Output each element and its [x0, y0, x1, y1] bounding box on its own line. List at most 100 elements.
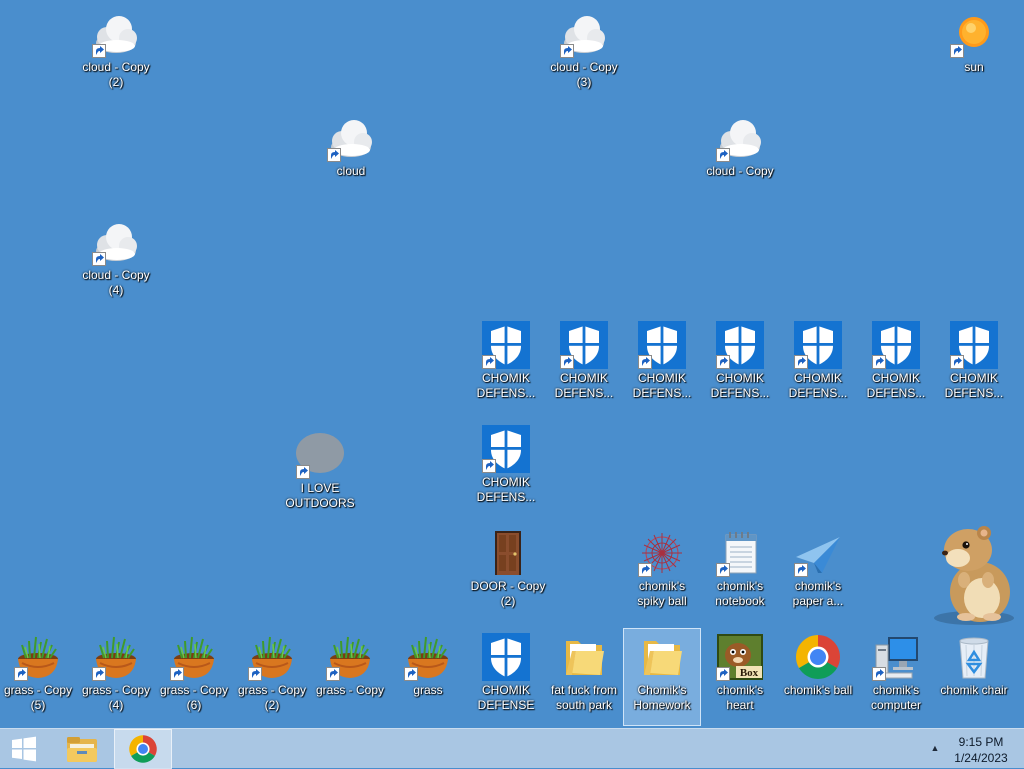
desktop-icon-chomik-defense-7[interactable]: CHOMIK DEFENS... [936, 317, 1012, 413]
desktop-icon-chomik-chair[interactable]: chomik chair [936, 629, 1012, 725]
gray-blob-icon [296, 431, 344, 479]
desktop-icon-chomiks-paper-a[interactable]: chomik's paper a... [780, 525, 856, 621]
grass-pot-icon [92, 633, 140, 681]
desktop-icon-grass-copy-4[interactable]: grass - Copy (4) [78, 629, 154, 725]
shield-icon [872, 321, 920, 369]
chrome-icon [794, 633, 842, 681]
svg-text:Box: Box [740, 667, 759, 679]
shortcut-arrow-icon [638, 563, 652, 577]
shortcut-arrow-icon [482, 355, 496, 369]
shortcut-arrow-icon [404, 667, 418, 681]
shortcut-arrow-icon [794, 355, 808, 369]
windows-logo-icon [12, 736, 36, 762]
desktop-icon-chomik-defense-8[interactable]: CHOMIK DEFENS... [468, 421, 544, 517]
cloud-icon [92, 10, 140, 58]
computer-icon [872, 633, 920, 681]
desktop-icon-label: CHOMIK DEFENSE [477, 683, 535, 712]
desktop-icon-cloud-copy[interactable]: cloud - Copy [702, 110, 778, 206]
hamster-icon [928, 518, 1020, 626]
desktop-icon-label: CHOMIK DEFENS... [632, 371, 692, 400]
shield-icon [794, 321, 842, 369]
shortcut-arrow-icon [950, 355, 964, 369]
shortcut-arrow-icon [872, 355, 886, 369]
clock[interactable]: 9:15 PM 1/24/2023 [946, 734, 1016, 766]
door-icon [484, 529, 532, 577]
show-hidden-icons-button[interactable]: ▲ [928, 743, 942, 755]
shortcut-arrow-icon [716, 563, 730, 577]
desktop-icon-label: chomik's ball [783, 683, 853, 697]
shortcut-arrow-icon [248, 667, 262, 681]
desktop-icon-label: chomik's heart [716, 683, 764, 712]
taskbar-chrome-button[interactable] [114, 729, 172, 769]
desktop-icon-cloud-copy-2[interactable]: cloud - Copy (2) [78, 6, 154, 102]
grass-pot-icon [404, 633, 452, 681]
desktop-icon-grass-copy[interactable]: grass - Copy [312, 629, 388, 725]
start-button[interactable] [0, 729, 48, 769]
desktop-icon-chomik-defense-3[interactable]: CHOMIK DEFENS... [624, 317, 700, 413]
recycle-bin-icon [950, 633, 998, 681]
desktop-icon-grass[interactable]: grass [390, 629, 466, 725]
desktop-icon-label: chomik's paper a... [792, 579, 844, 608]
shortcut-arrow-icon [950, 44, 964, 58]
desktop-icon-label: grass [413, 683, 443, 697]
desktop-icon-cloud[interactable]: cloud [313, 110, 389, 206]
desktop-icon-label: CHOMIK DEFENS... [788, 371, 848, 400]
box-game-icon: Box [716, 633, 764, 681]
desktop-icon-grass-copy-5[interactable]: grass - Copy (5) [0, 629, 76, 725]
desktop-icon-chomiks-homework[interactable]: Chomik's Homework [623, 628, 701, 726]
shortcut-arrow-icon [327, 148, 341, 162]
shortcut-arrow-icon [872, 667, 886, 681]
desktop-icon-chomiks-ball[interactable]: chomik's ball [780, 629, 856, 725]
desktop-icon-label: cloud - Copy (3) [550, 60, 618, 89]
grass-pot-icon [326, 633, 374, 681]
desktop-icon-chomiks-notebook[interactable]: chomik's notebook [702, 525, 778, 621]
folder-icon [638, 633, 686, 681]
desktop-icon-label: CHOMIK DEFENS... [866, 371, 926, 400]
notebook-icon [716, 529, 764, 577]
desktop-icon-label: cloud - Copy (4) [82, 268, 150, 297]
desktop-icon-label: CHOMIK DEFENS... [944, 371, 1004, 400]
desktop-icon-label: CHOMIK DEFENS... [476, 371, 536, 400]
desktop-icon-label: grass - Copy [315, 683, 385, 697]
desktop-icon-label: cloud - Copy (2) [82, 60, 150, 89]
desktop-icon-door-copy-2[interactable]: DOOR - Copy (2) [470, 525, 546, 621]
folder-explorer-icon [67, 737, 97, 762]
desktop-icon-cloud-copy-3[interactable]: cloud - Copy (3) [546, 6, 622, 102]
desktop-icon-chomik-defense-1[interactable]: CHOMIK DEFENS... [468, 317, 544, 413]
desktop-icon-label: Chomik's Homework [633, 683, 691, 712]
desktop-icon-chomik-defense-2[interactable]: CHOMIK DEFENS... [546, 317, 622, 413]
desktop-icon-label: grass - Copy (2) [237, 683, 307, 712]
desktop-icon-chomik-defense-5[interactable]: CHOMIK DEFENS... [780, 317, 856, 413]
desktop: cloud - Copy (2) cloud - Copy (3) sun cloud cl… [0, 0, 1024, 728]
shield-icon [482, 321, 530, 369]
desktop-icon-grass-copy-6[interactable]: grass - Copy (6) [156, 629, 232, 725]
shortcut-arrow-icon [716, 355, 730, 369]
shortcut-arrow-icon [92, 44, 106, 58]
paper-airplane-icon [794, 529, 842, 577]
desktop-icon-sun[interactable]: sun [936, 6, 1012, 102]
desktop-icon-i-love-outdoors[interactable]: I LOVE OUTDOORS [282, 427, 358, 523]
taskbar-file-explorer-button[interactable] [56, 729, 108, 769]
desktop-icon-label: grass - Copy (4) [81, 683, 151, 712]
shortcut-arrow-icon [14, 667, 28, 681]
desktop-icon-cloud-copy-4[interactable]: cloud - Copy (4) [78, 214, 154, 310]
shortcut-arrow-icon [482, 459, 496, 473]
clock-date: 1/24/2023 [954, 751, 1008, 765]
desktop-icon-grass-copy-2[interactable]: grass - Copy (2) [234, 629, 310, 725]
shield-icon [560, 321, 608, 369]
desktop-icon-chomik-defense[interactable]: CHOMIK DEFENSE [468, 629, 544, 725]
desktop-icon-fat-fuck-from-south-park[interactable]: fat fuck from south park [546, 629, 622, 725]
desktop-icon-chomiks-computer[interactable]: chomik's computer [858, 629, 934, 725]
shortcut-arrow-icon [560, 355, 574, 369]
desktop-icon-chomik-defense-6[interactable]: CHOMIK DEFENS... [858, 317, 934, 413]
folder-icon [560, 633, 608, 681]
desktop-icon-chomik-defense-4[interactable]: CHOMIK DEFENS... [702, 317, 778, 413]
desktop-icon-chomiks-heart[interactable]: Box chomik's heart [702, 629, 778, 725]
desktop-icon-label: chomik's spiky ball [637, 579, 687, 608]
sun-icon [950, 10, 998, 58]
shield-icon [482, 425, 530, 473]
shortcut-arrow-icon [296, 465, 310, 479]
grass-pot-icon [14, 633, 62, 681]
desktop-icon-label: CHOMIK DEFENS... [710, 371, 770, 400]
desktop-icon-chomiks-spiky-ball[interactable]: chomik's spiky ball [624, 525, 700, 621]
